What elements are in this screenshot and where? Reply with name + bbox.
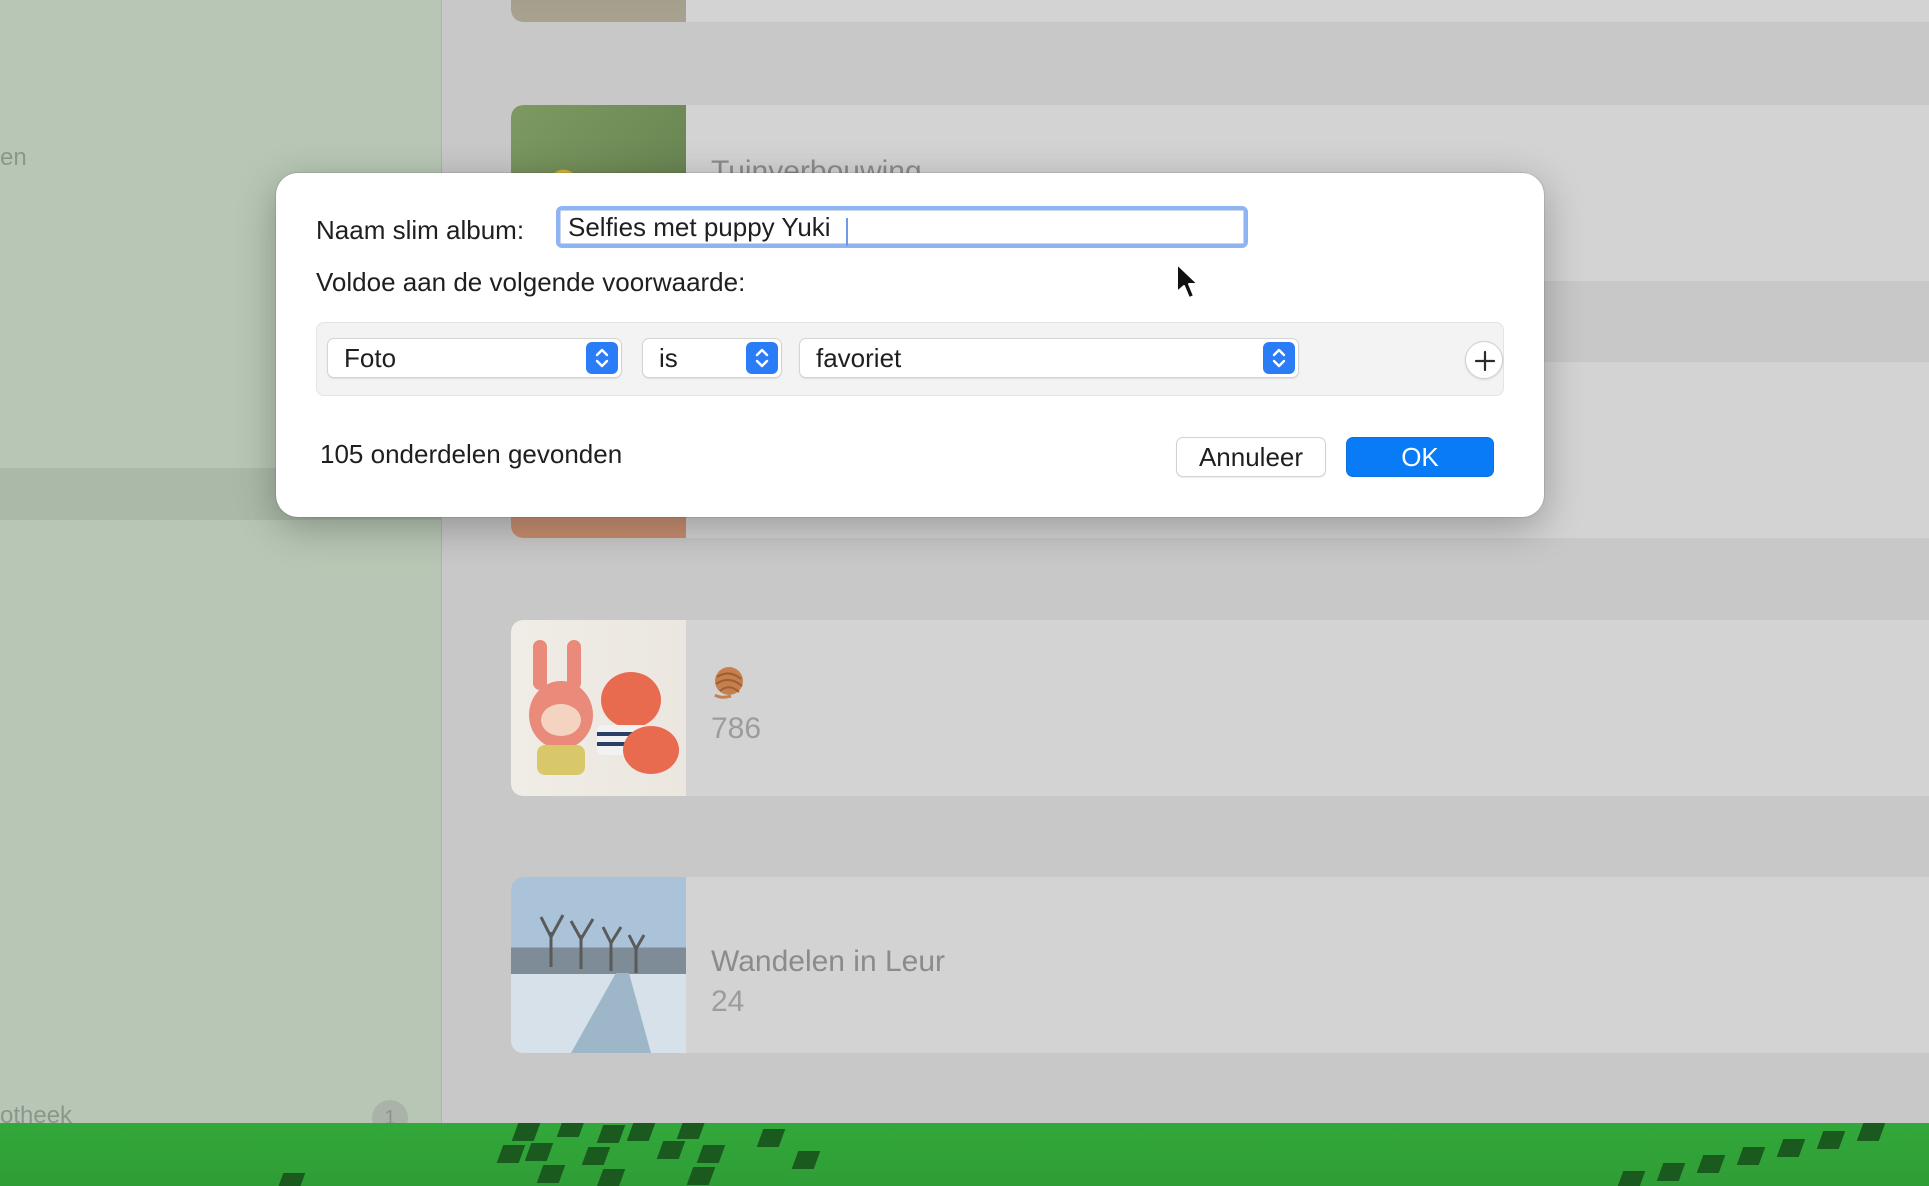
album-count: 24 [711,985,745,1018]
album-thumbnail [511,620,686,796]
operator-popup[interactable]: is [642,338,782,378]
album-name-input[interactable] [556,206,1248,248]
field-popup-value: Foto [344,343,397,373]
album-name-label: Naam slim album: [316,215,525,245]
text-caret [846,218,848,246]
album-row[interactable]: Wandelen in Leur 24 [511,877,1929,1053]
ok-button[interactable]: OK [1346,437,1494,477]
mouse-pointer-icon [1176,263,1199,299]
yarn-ball-icon [714,667,743,699]
smart-album-dialog: Naam slim album: Voldoe aan de volgende … [276,173,1544,517]
add-rule-button[interactable] [1465,341,1503,379]
album-row[interactable]: 786 [511,620,1929,796]
chevron-updown-icon [1263,342,1295,374]
value-popup-value: favoriet [816,343,902,373]
field-popup[interactable]: Foto [327,338,622,378]
plus-icon [1474,350,1496,372]
sidebar: en otheek 1 [0,0,442,1136]
chevron-updown-icon [586,342,618,374]
cancel-button[interactable]: Annuleer [1176,437,1326,477]
sidebar-item-partial[interactable]: en [0,144,27,172]
value-popup[interactable]: favoriet [799,338,1299,378]
album-row[interactable] [511,0,1929,22]
album-title: Wandelen in Leur [711,945,946,978]
album-thumbnail [511,0,686,22]
album-count: 786 [711,712,762,745]
desktop-wallpaper [0,1123,1929,1186]
condition-label: Voldoe aan de volgende voorwaarde: [316,267,746,297]
items-found-text: 105 onderdelen gevonden [320,439,623,469]
album-thumbnail [511,877,686,1053]
chevron-updown-icon [746,342,778,374]
operator-popup-value: is [659,343,678,373]
rule-row: Foto is favoriet [316,322,1504,396]
